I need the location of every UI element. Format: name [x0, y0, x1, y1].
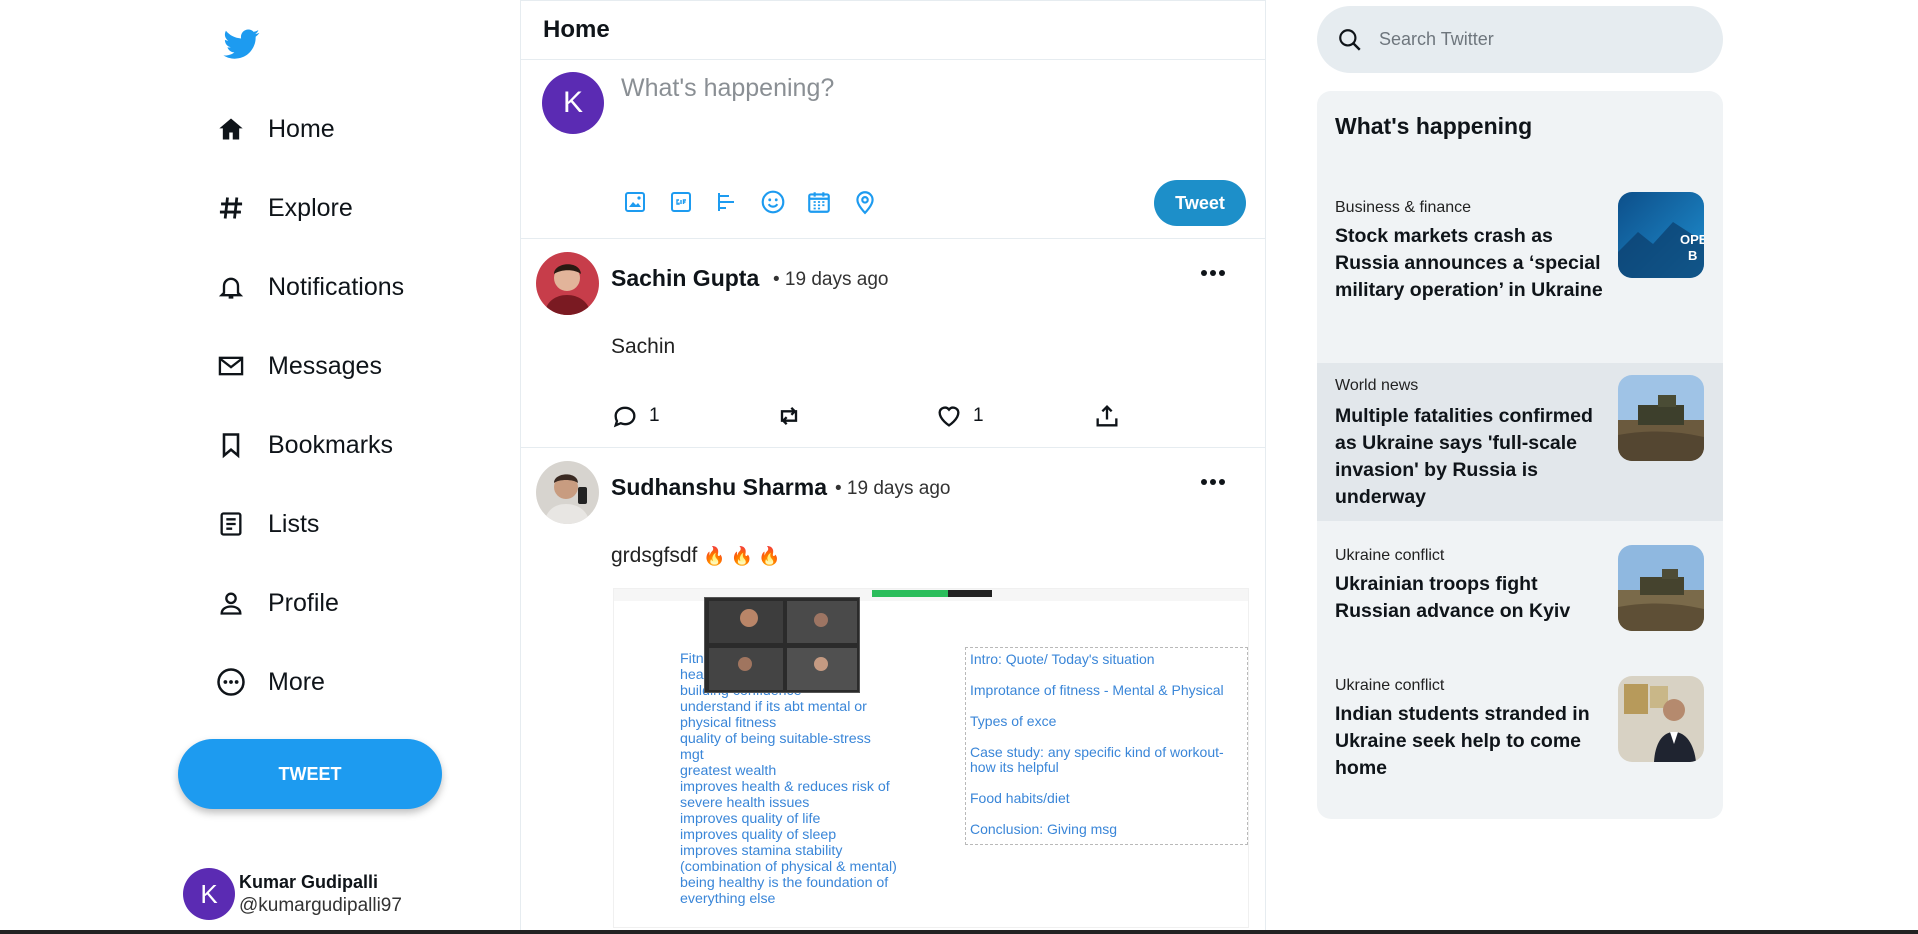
location-icon[interactable] — [851, 188, 879, 216]
mail-icon — [214, 349, 248, 383]
post-image[interactable]: Fitn te hea task building confidence und… — [613, 588, 1249, 928]
compose-textarea[interactable] — [621, 74, 1241, 168]
trend-item[interactable]: World news Multiple fatalities confirmed… — [1317, 363, 1723, 521]
avatar[interactable] — [536, 252, 599, 315]
nav-explore[interactable]: Explore — [214, 180, 353, 236]
nav-profile[interactable]: Profile — [214, 575, 339, 631]
image-notes-right: Intro: Quote/ Today's situation Improtan… — [965, 647, 1248, 845]
trend-item[interactable]: Ukraine conflict Indian students strande… — [1317, 661, 1723, 811]
composer-toolbar — [621, 188, 879, 216]
search-bar[interactable] — [1317, 6, 1723, 73]
post-time: • 19 days ago — [773, 269, 889, 290]
sidebar-tweet-button[interactable]: TWEET — [178, 739, 442, 809]
account-handle: @kumargudipalli97 — [239, 894, 402, 916]
post-text: Sachin — [611, 335, 676, 358]
trend-category: Ukraine conflict — [1335, 547, 1445, 564]
share-icon — [1096, 405, 1118, 427]
nav-more-label: More — [268, 667, 325, 696]
more-circle-icon — [214, 665, 248, 699]
share-button[interactable] — [1093, 402, 1121, 430]
list-icon — [214, 507, 248, 541]
trend-headline: Ukrainian troops fight Russian advance o… — [1335, 573, 1571, 622]
nav-profile-label: Profile — [268, 588, 339, 617]
bookmark-icon — [214, 428, 248, 462]
composer-tweet-button[interactable]: Tweet — [1154, 180, 1246, 226]
tweet-post[interactable]: Sudhanshu Sharma • 19 days ago grdsgfsdf… — [521, 448, 1265, 934]
page-title: Home — [543, 16, 610, 43]
trend-item[interactable]: Business & finance Stock markets crash a… — [1317, 183, 1723, 353]
like-button[interactable]: 1 — [935, 402, 984, 430]
svg-text:OPE: OPE — [1680, 232, 1704, 247]
home-icon — [214, 112, 248, 146]
nav-bookmarks[interactable]: Bookmarks — [214, 417, 393, 473]
search-input[interactable] — [1379, 29, 1679, 50]
avatar[interactable] — [536, 461, 599, 524]
left-sidebar: Home Explore Notifications Messages Book… — [0, 0, 520, 934]
reply-icon — [613, 406, 636, 428]
emoji-icon[interactable] — [759, 188, 787, 216]
trend-thumbnail — [1618, 375, 1704, 461]
composer-avatar: K — [542, 72, 604, 134]
account-name: Kumar Gudipalli — [239, 871, 379, 892]
trend-headline: Indian students stranded in Ukraine seek… — [1335, 703, 1590, 779]
twitter-logo-icon[interactable] — [222, 26, 262, 62]
nav-lists[interactable]: Lists — [214, 496, 319, 552]
nav-bookmarks-label: Bookmarks — [268, 430, 394, 459]
trend-category: World news — [1335, 377, 1419, 394]
trend-item[interactable]: Ukraine conflict Ukrainian troops fight … — [1317, 531, 1723, 651]
trend-thumbnail — [1618, 676, 1704, 762]
nav-notifications-label: Notifications — [268, 272, 405, 301]
main-feed: Home K Tweet Sachin Gupta • 19 days ago … — [520, 0, 1266, 934]
more-options-icon[interactable] — [1196, 263, 1230, 283]
account-switcher[interactable]: K Kumar Gudipalli @kumargudipalli97 — [183, 868, 402, 920]
person-icon — [214, 586, 248, 620]
like-count: 1 — [973, 405, 984, 426]
post-author[interactable]: Sachin Gupta — [611, 265, 759, 292]
retweet-button[interactable] — [775, 402, 803, 430]
gif-icon[interactable] — [667, 188, 695, 216]
bell-icon — [214, 270, 248, 304]
post-text: grdsgfsdf — [611, 544, 698, 567]
trend-thumbnail — [1618, 545, 1704, 631]
account-avatar: K — [183, 868, 235, 920]
nav-home-label: Home — [268, 114, 335, 143]
retweet-icon — [780, 407, 798, 425]
trend-thumbnail: OPE B — [1618, 192, 1704, 278]
trends-title: What's happening — [1335, 113, 1533, 139]
nav-home[interactable]: Home — [214, 101, 335, 157]
trend-category: Business & finance — [1335, 199, 1472, 216]
nav-more[interactable]: More — [214, 654, 325, 710]
tweet-composer: K Tweet — [521, 60, 1265, 239]
nav-notifications[interactable]: Notifications — [214, 259, 404, 315]
post-author[interactable]: Sudhanshu Sharma — [611, 474, 827, 501]
image-icon[interactable] — [621, 188, 649, 216]
trend-headline: Multiple fatalities confirmed as Ukraine… — [1335, 405, 1593, 508]
poll-icon[interactable] — [713, 188, 741, 216]
post-text-wrap: grdsgfsdf 🔥 🔥 🔥 — [611, 544, 780, 568]
reply-button[interactable]: 1 — [611, 402, 660, 430]
reply-count: 1 — [649, 405, 660, 426]
post-time: • 19 days ago — [835, 478, 951, 499]
feed-header: Home — [521, 0, 1265, 60]
post-actions: 1 1 — [611, 402, 1131, 432]
nav-messages[interactable]: Messages — [214, 338, 382, 394]
window-bottom-border — [0, 930, 1918, 934]
svg-text:B: B — [1688, 248, 1697, 263]
more-options-icon[interactable] — [1196, 472, 1230, 492]
hashtag-icon — [214, 191, 248, 225]
video-call-overlay — [704, 597, 860, 693]
trend-category: Ukraine conflict — [1335, 677, 1445, 694]
trend-headline: Stock markets crash as Russia announces … — [1335, 225, 1603, 301]
trends-panel: What's happening Business & finance Stoc… — [1317, 91, 1723, 819]
nav-lists-label: Lists — [268, 509, 320, 538]
tweet-post[interactable]: Sachin Gupta • 19 days ago Sachin 1 1 — [521, 239, 1265, 448]
heart-icon — [938, 406, 960, 427]
schedule-icon[interactable] — [805, 188, 833, 216]
nav-messages-label: Messages — [268, 351, 382, 380]
nav-explore-label: Explore — [268, 193, 353, 222]
search-icon — [1339, 28, 1361, 51]
fire-emoji: 🔥 🔥 🔥 — [703, 546, 781, 566]
